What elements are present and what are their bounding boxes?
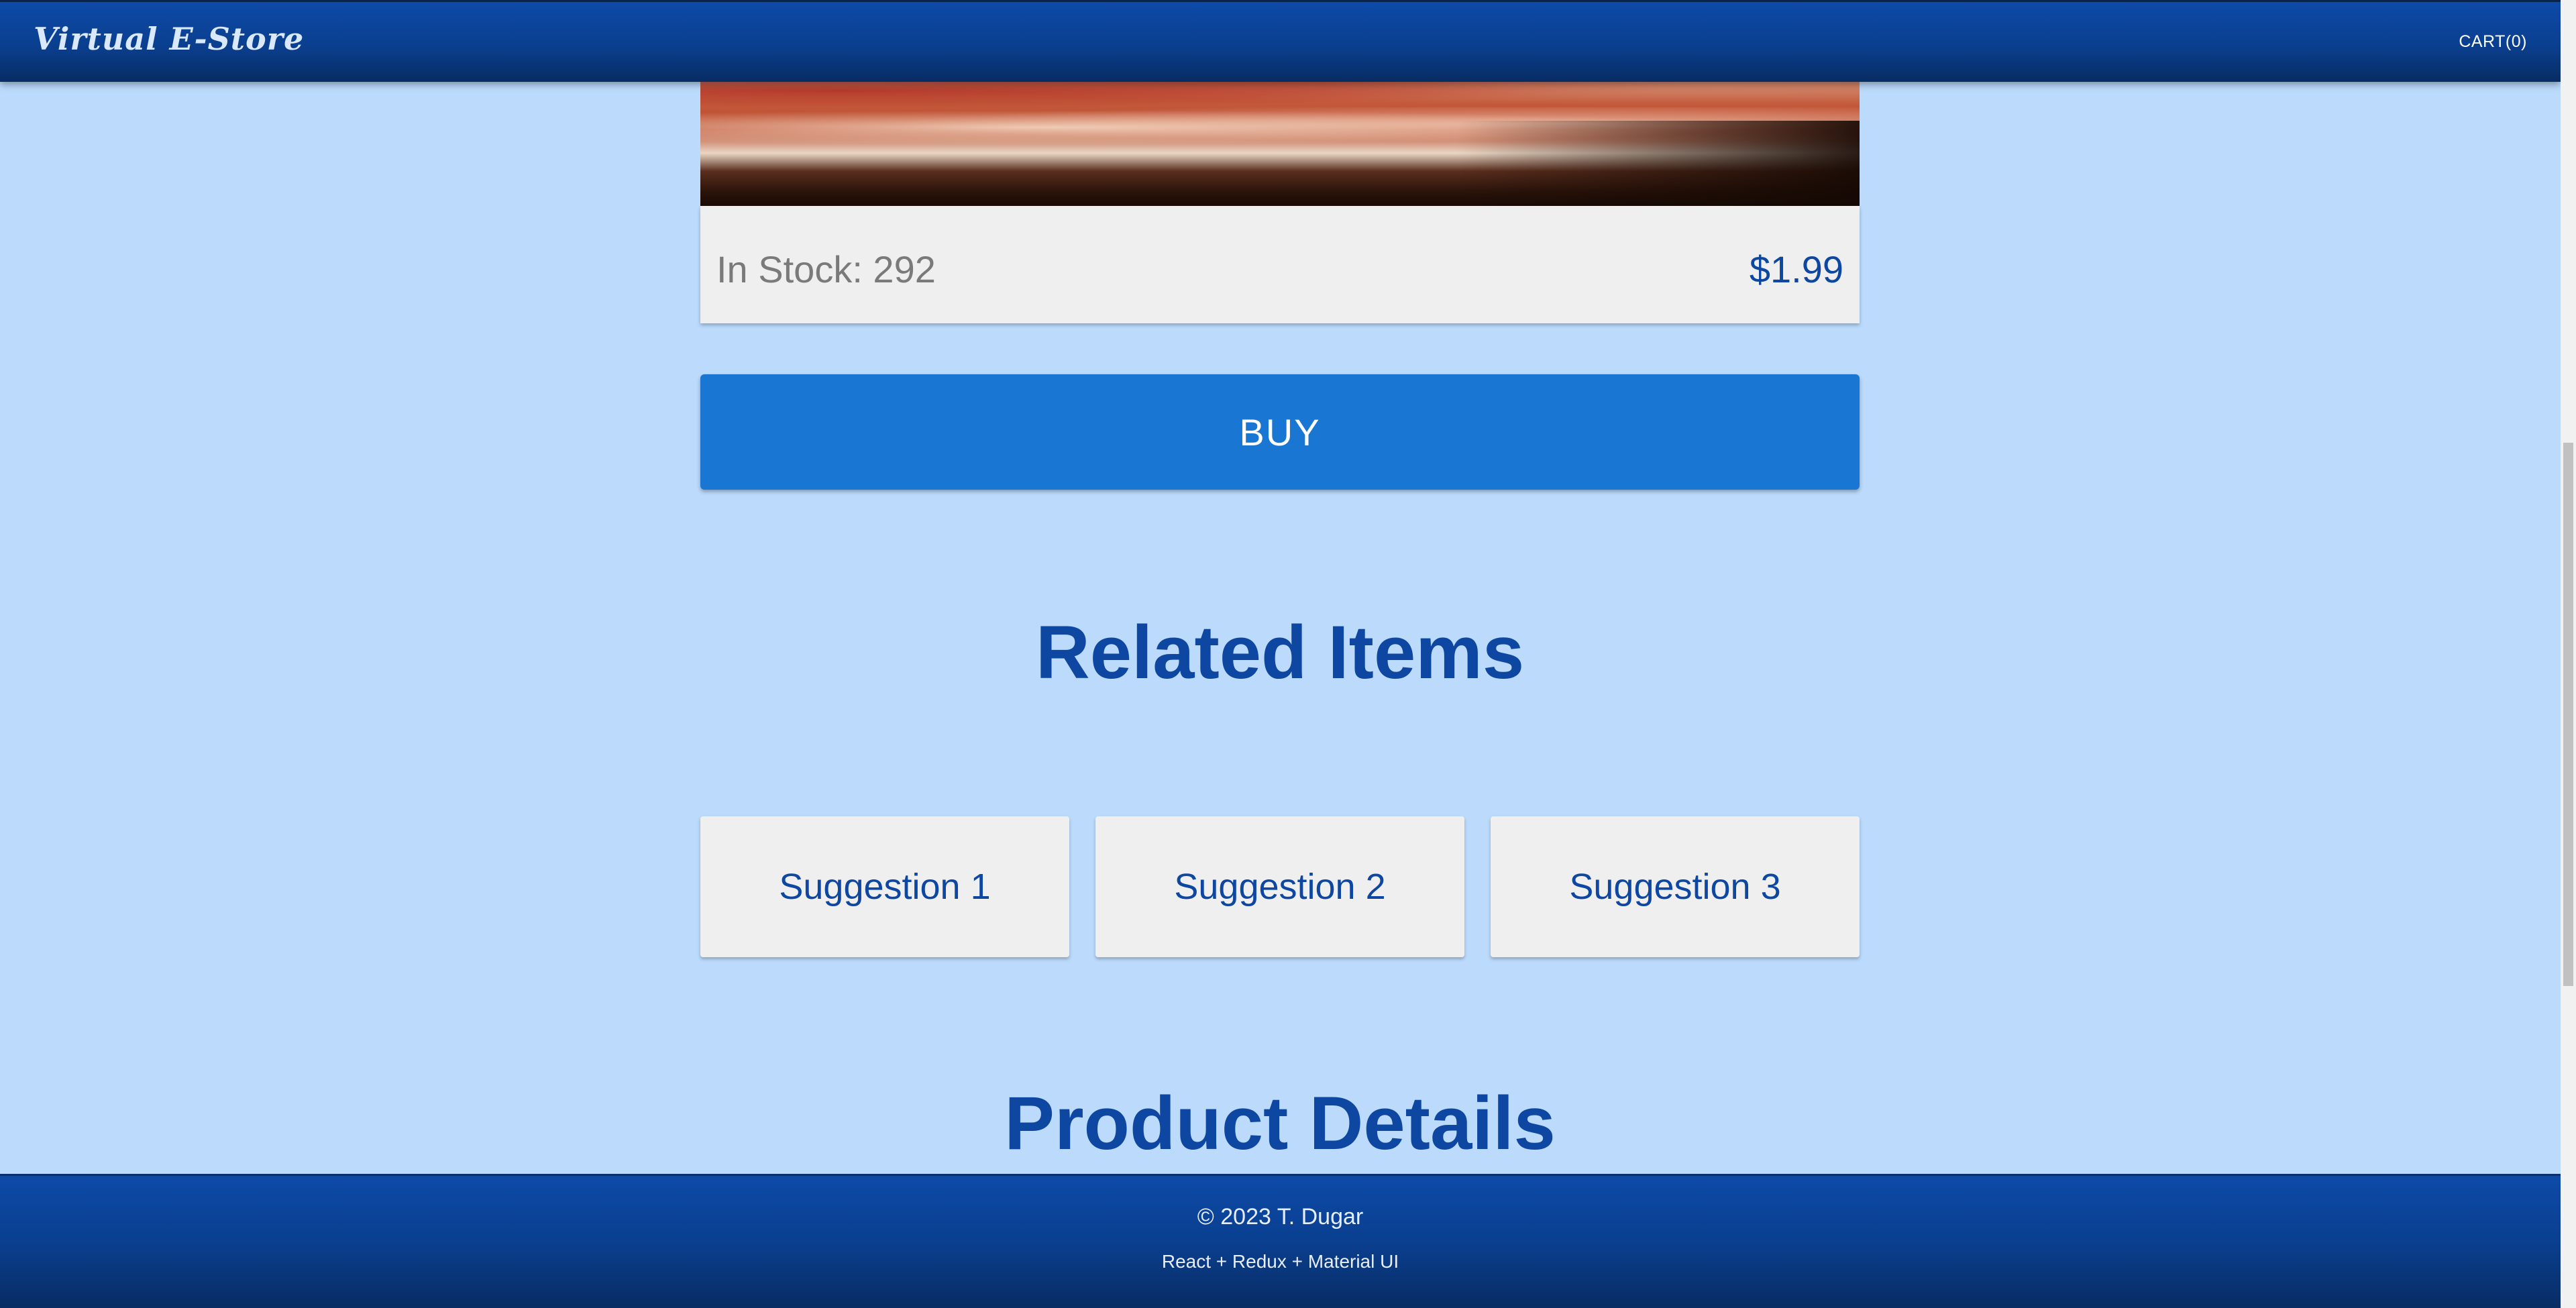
product-price: $1.99 [1749,248,1843,290]
vertical-scrollbar[interactable] [2561,0,2576,1308]
brand-logo[interactable]: Virtual E-Store [34,21,304,57]
stock-count: In Stock: 292 [716,248,936,290]
suggestion-card-2[interactable]: Suggestion 2 [1095,816,1464,957]
suggestions-row: Suggestion 1 Suggestion 2 Suggestion 3 [700,816,1860,957]
pizza-image-shadow [1457,121,1860,206]
suggestion-card-1[interactable]: Suggestion 1 [700,816,1069,957]
product-details-title: Product Details [1004,1081,1556,1165]
app-bar: Virtual E-Store CART(0) [0,0,2561,82]
footer-tech-stack: React + Redux + Material UI [1161,1251,1399,1272]
scrollbar-thumb[interactable] [2563,443,2573,986]
cart-button[interactable]: CART(0) [2459,32,2527,52]
page: Virtual E-Store CART(0) In Stock: 292 $1… [0,0,2576,1308]
product-image [700,67,1860,206]
product-info-bar: In Stock: 292 $1.99 [700,206,1860,323]
footer: © 2023 T. Dugar React + Redux + Material… [0,1174,2561,1308]
suggestion-card-3[interactable]: Suggestion 3 [1491,816,1860,957]
footer-copyright: © 2023 T. Dugar [1197,1204,1364,1230]
buy-button[interactable]: BUY [700,374,1860,490]
related-items-title: Related Items [1035,610,1525,694]
